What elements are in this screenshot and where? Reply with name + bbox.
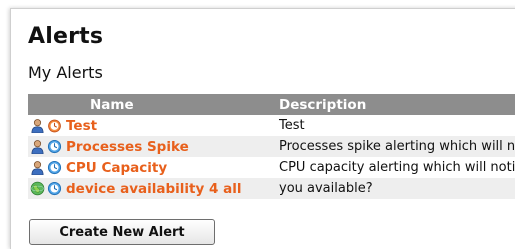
name-cell: device availability 4 all: [28, 178, 273, 199]
user-icon: [31, 119, 44, 133]
alerts-panel: Alerts My Alerts Name Description Test T…: [10, 8, 515, 249]
alerts-table: Name Description Test Test Processes Spi…: [28, 94, 515, 199]
alert-name-link[interactable]: CPU Capacity: [66, 160, 167, 176]
user-icon: [31, 140, 44, 154]
description-cell: Processes spike alerting which will not: [273, 136, 515, 157]
create-new-alert-button[interactable]: Create New Alert: [29, 219, 215, 245]
user-icon: [31, 161, 44, 175]
alert-name-link[interactable]: Test: [66, 118, 97, 134]
alert-name-link[interactable]: device availability 4 all: [66, 181, 241, 197]
table-header-row: Name Description: [28, 94, 515, 115]
description-cell: CPU capacity alerting which will notify: [279, 160, 515, 175]
section-title: My Alerts: [28, 63, 103, 82]
page-title: Alerts: [28, 24, 104, 49]
globe-icon: [30, 181, 45, 196]
table-row: Test Test: [28, 115, 515, 136]
description-cell: you available?: [273, 178, 515, 199]
clock-icon: [47, 160, 62, 175]
description-cell: Test: [279, 118, 305, 133]
name-cell: Test: [28, 115, 273, 136]
name-cell: Processes Spike: [28, 136, 273, 157]
clock-icon: [47, 181, 62, 196]
table-row: device availability 4 all you available?: [28, 178, 515, 199]
name-cell: CPU Capacity: [28, 157, 273, 178]
table-row: CPU Capacity CPU capacity alerting which…: [28, 157, 515, 178]
table-row: Processes Spike Processes spike alerting…: [28, 136, 515, 157]
column-header-name[interactable]: Name: [28, 94, 273, 115]
column-header-description[interactable]: Description: [273, 94, 515, 115]
alert-name-link[interactable]: Processes Spike: [66, 139, 189, 155]
alarm-clock-icon: [48, 119, 61, 133]
clock-icon: [47, 139, 62, 154]
